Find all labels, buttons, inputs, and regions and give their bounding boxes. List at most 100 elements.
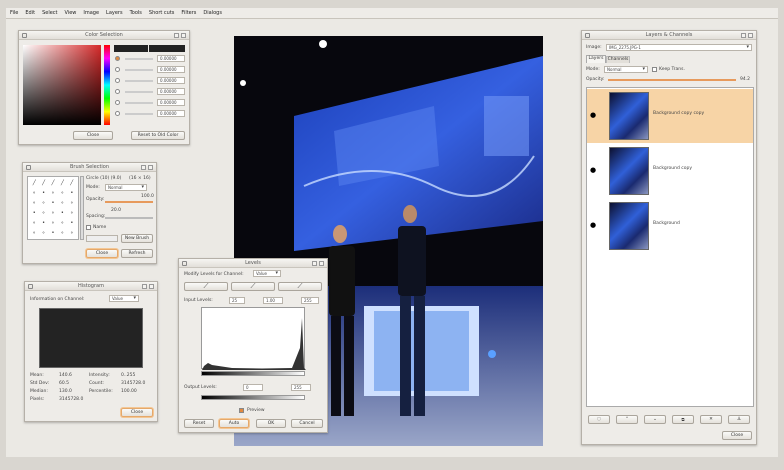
close-button[interactable]: Close bbox=[86, 249, 118, 258]
reset-button[interactable]: Reset bbox=[184, 419, 214, 428]
close-button[interactable]: Close bbox=[722, 431, 752, 440]
channel-slider[interactable] bbox=[125, 69, 153, 71]
minimize-icon[interactable] bbox=[141, 165, 146, 170]
channel-slider[interactable] bbox=[125, 102, 153, 104]
channel-value-field[interactable]: 0.00000 bbox=[157, 66, 185, 73]
histogram-graph[interactable] bbox=[39, 308, 143, 368]
close-button[interactable]: Close bbox=[73, 131, 113, 140]
channel-dropdown[interactable]: Value bbox=[109, 295, 139, 302]
minimize-icon[interactable] bbox=[142, 284, 147, 289]
brush-cell[interactable]: ∘ bbox=[39, 199, 47, 208]
delete-layer-button[interactable]: ✕ bbox=[700, 415, 722, 424]
brush-cell[interactable]: • bbox=[30, 208, 38, 217]
layer-row[interactable]: ● Background copy copy bbox=[587, 89, 753, 143]
lower-layer-button[interactable]: ⌄ bbox=[644, 415, 666, 424]
brush-cell[interactable]: ∘ bbox=[39, 208, 47, 217]
input-gamma-field[interactable]: 1.00 bbox=[263, 297, 283, 304]
color-gradient-square[interactable] bbox=[23, 45, 101, 125]
brush-cell[interactable]: ╱ bbox=[68, 179, 76, 188]
menu-item-layers[interactable]: Layers bbox=[106, 10, 123, 16]
channel-radio[interactable] bbox=[115, 56, 120, 61]
channel-radio[interactable] bbox=[115, 67, 120, 72]
eye-icon[interactable]: ● bbox=[590, 111, 596, 119]
layer-row[interactable]: ● Background bbox=[587, 199, 753, 253]
brush-cell[interactable]: ∘ bbox=[49, 208, 57, 217]
brush-cell[interactable]: ∘ bbox=[58, 228, 66, 237]
brush-cell[interactable]: • bbox=[58, 208, 66, 217]
close-icon[interactable] bbox=[748, 33, 753, 38]
menu-item-image[interactable]: Image bbox=[83, 10, 99, 16]
brush-cell[interactable]: ╱ bbox=[58, 179, 66, 188]
gray-point-picker[interactable]: ⟋ bbox=[231, 282, 275, 291]
anchor-layer-button[interactable]: ⚓ bbox=[728, 415, 750, 424]
black-point-picker[interactable]: ⟋ bbox=[184, 282, 228, 291]
auto-button[interactable]: Auto bbox=[219, 419, 249, 428]
channel-dropdown[interactable]: Value bbox=[253, 270, 281, 277]
window-menu-icon[interactable] bbox=[22, 33, 27, 38]
preview-checkbox[interactable] bbox=[239, 408, 244, 413]
channel-value-field[interactable]: 0.00000 bbox=[157, 77, 185, 84]
output-high-field[interactable]: 255 bbox=[291, 384, 311, 391]
menu-item-select[interactable]: Select bbox=[42, 10, 57, 16]
layers-titlebar[interactable]: Layers & Channels bbox=[582, 31, 756, 40]
name-checkbox[interactable] bbox=[86, 225, 91, 230]
channel-radio[interactable] bbox=[115, 111, 120, 116]
brush-name-field[interactable] bbox=[86, 235, 118, 242]
menu-item-short-cuts[interactable]: Short cuts bbox=[149, 10, 175, 16]
image-dropdown[interactable]: IMG_2275.JPG-1 bbox=[606, 44, 752, 51]
channel-slider[interactable] bbox=[125, 91, 153, 93]
close-icon[interactable] bbox=[319, 261, 324, 266]
close-button[interactable]: Close bbox=[121, 408, 153, 417]
menu-item-edit[interactable]: Edit bbox=[25, 10, 35, 16]
brush-cell[interactable]: ∘ bbox=[39, 228, 47, 237]
brush-cell[interactable]: ∘ bbox=[49, 218, 57, 227]
brush-cell[interactable]: ╱ bbox=[39, 179, 47, 188]
opacity-slider[interactable] bbox=[105, 201, 153, 203]
brush-grid-scrollbar[interactable] bbox=[80, 176, 84, 240]
brush-cell[interactable]: ╱ bbox=[30, 179, 38, 188]
brush-cell[interactable]: • bbox=[49, 228, 57, 237]
brush-cell[interactable]: ╱ bbox=[49, 179, 57, 188]
menu-item-file[interactable]: File bbox=[10, 10, 18, 16]
channel-value-field[interactable]: 0.00000 bbox=[157, 99, 185, 106]
cancel-button[interactable]: Cancel bbox=[291, 419, 323, 428]
brush-cell[interactable]: ∘ bbox=[30, 218, 38, 227]
brush-cell[interactable]: ∘ bbox=[49, 189, 57, 198]
mode-dropdown[interactable]: Normal bbox=[604, 66, 648, 73]
tab-channels[interactable]: Channels bbox=[606, 56, 630, 63]
brush-cell[interactable]: ∘ bbox=[68, 228, 76, 237]
brush-cell[interactable]: ∘ bbox=[58, 189, 66, 198]
input-high-field[interactable]: 255 bbox=[301, 297, 319, 304]
levels-histogram[interactable] bbox=[201, 307, 306, 370]
window-menu-icon[interactable] bbox=[182, 261, 187, 266]
brush-cell[interactable]: • bbox=[39, 189, 47, 198]
close-icon[interactable] bbox=[148, 165, 153, 170]
brush-selection-titlebar[interactable]: Brush Selection bbox=[23, 163, 156, 172]
channel-value-field[interactable]: 0.00000 bbox=[157, 55, 185, 62]
levels-titlebar[interactable]: Levels bbox=[179, 259, 327, 268]
color-selection-titlebar[interactable]: Color Selection bbox=[19, 31, 189, 40]
channel-value-field[interactable]: 0.00000 bbox=[157, 110, 185, 117]
menu-item-view[interactable]: View bbox=[65, 10, 77, 16]
channel-slider[interactable] bbox=[125, 80, 153, 82]
window-menu-icon[interactable] bbox=[585, 33, 590, 38]
close-icon[interactable] bbox=[149, 284, 154, 289]
ok-button[interactable]: OK bbox=[256, 419, 286, 428]
output-low-field[interactable]: 0 bbox=[243, 384, 263, 391]
brush-cell[interactable]: • bbox=[39, 218, 47, 227]
new-layer-button[interactable]: ◌ bbox=[588, 415, 610, 424]
channel-radio[interactable] bbox=[115, 100, 120, 105]
refresh-button[interactable]: Refresh bbox=[121, 249, 153, 258]
brush-cell[interactable]: ∘ bbox=[68, 208, 76, 217]
keep-trans-checkbox[interactable] bbox=[652, 67, 657, 72]
window-menu-icon[interactable] bbox=[26, 165, 31, 170]
opacity-slider[interactable] bbox=[608, 79, 736, 81]
channel-radio[interactable] bbox=[115, 78, 120, 83]
raise-layer-button[interactable]: ⌃ bbox=[616, 415, 638, 424]
layer-row[interactable]: ● Background copy bbox=[587, 144, 753, 198]
duplicate-layer-button[interactable]: ⧉ bbox=[672, 415, 694, 424]
brush-cell[interactable]: ∘ bbox=[68, 199, 76, 208]
hue-slider[interactable] bbox=[104, 45, 110, 125]
reset-old-color-button[interactable]: Reset to Old Color bbox=[131, 131, 185, 140]
input-low-field[interactable]: 25 bbox=[229, 297, 245, 304]
